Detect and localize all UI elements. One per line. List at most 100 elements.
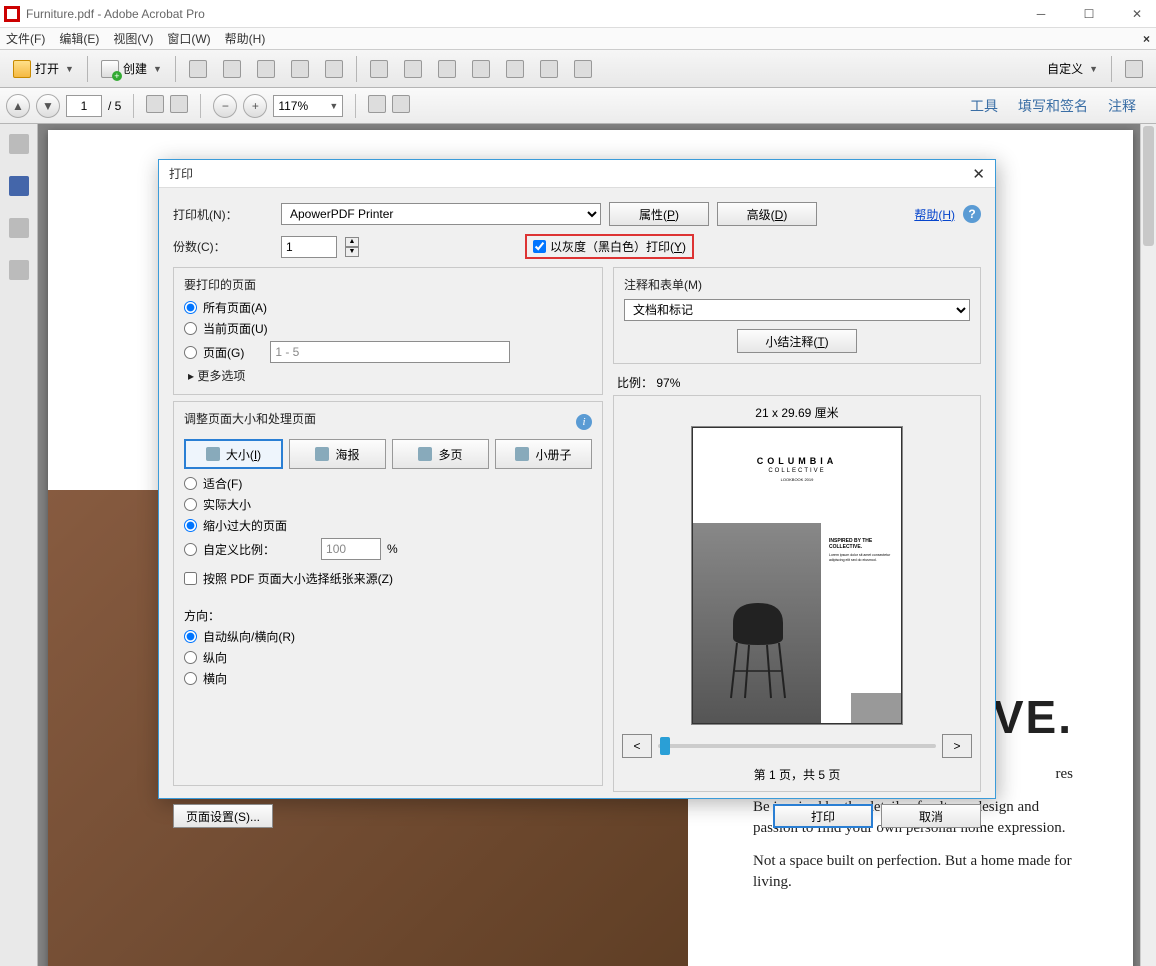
app-icon	[4, 6, 20, 22]
print-button[interactable]	[250, 55, 282, 83]
fillsign-panel[interactable]: 填写和签名	[1018, 96, 1088, 116]
thumbnails-icon[interactable]	[9, 134, 29, 154]
tool-btn-2[interactable]	[397, 55, 429, 83]
fit-page-button[interactable]	[392, 95, 410, 116]
tab-multi[interactable]: 多页	[392, 439, 489, 469]
open-button[interactable]: 打开▼	[6, 55, 81, 83]
zoom-out-button[interactable]: −	[213, 94, 237, 118]
tool-btn-4[interactable]	[465, 55, 497, 83]
attachments-icon[interactable]	[9, 218, 29, 238]
tab-poster[interactable]: 海报	[289, 439, 386, 469]
tools-panel[interactable]: 工具	[970, 96, 998, 116]
cursor-icon	[146, 95, 164, 113]
preview-prev-button[interactable]: <	[622, 734, 652, 758]
orient-portrait-radio[interactable]	[184, 651, 197, 664]
preview-next-button[interactable]: >	[942, 734, 972, 758]
shrink-label: 缩小过大的页面	[203, 517, 287, 534]
minimize-button[interactable]: ─	[1026, 7, 1056, 21]
orient-landscape-label: 横向	[203, 670, 227, 687]
signatures-icon[interactable]	[9, 260, 29, 280]
mail-button[interactable]	[318, 55, 350, 83]
cancel-button[interactable]: 取消	[881, 804, 981, 828]
custom-scale-radio[interactable]	[184, 543, 197, 556]
properties-button[interactable]: 属性(P)	[609, 202, 709, 226]
menu-window[interactable]: 窗口(W)	[167, 30, 210, 47]
custom-scale-input[interactable]	[321, 538, 381, 560]
doc-close-button[interactable]: ×	[1143, 32, 1150, 46]
scroll-thumb[interactable]	[1143, 126, 1154, 246]
all-pages-radio[interactable]	[184, 301, 197, 314]
vertical-scrollbar[interactable]	[1140, 124, 1156, 966]
tool-btn-3[interactable]	[431, 55, 463, 83]
actual-label: 实际大小	[203, 496, 251, 513]
paper-source-checkbox[interactable]	[184, 572, 197, 585]
tool-btn-7[interactable]	[567, 55, 599, 83]
page-down-button[interactable]: ▼	[36, 94, 60, 118]
window-buttons: ─ ☐ ✕	[1026, 7, 1152, 21]
shrink-radio[interactable]	[184, 519, 197, 532]
cloud-button[interactable]	[216, 55, 248, 83]
menu-view[interactable]: 视图(V)	[113, 30, 153, 47]
fullscreen-button[interactable]	[1118, 55, 1150, 83]
custom-scale-label: 自定义比例：	[203, 541, 275, 558]
slider-thumb[interactable]	[660, 737, 670, 755]
info-icon[interactable]: i	[576, 414, 592, 430]
tool-btn-6[interactable]	[533, 55, 565, 83]
chevron-down-icon: ▼	[65, 64, 74, 74]
orient-landscape-rad修改[interactable]	[184, 672, 197, 685]
more-options[interactable]: ▸ 更多选项	[188, 367, 592, 384]
menu-edit[interactable]: 编辑(E)	[59, 30, 99, 47]
copies-input[interactable]	[281, 236, 337, 258]
pages-range-input[interactable]	[270, 341, 510, 363]
page-up-button[interactable]: ▲	[6, 94, 30, 118]
page-setup-button[interactable]: 页面设置(S)...	[173, 804, 273, 828]
help-link[interactable]: 帮助(H)	[914, 206, 955, 223]
scale-label: 比例：	[617, 376, 653, 390]
separator	[87, 56, 88, 82]
tool-btn-5[interactable]	[499, 55, 531, 83]
customize-button[interactable]: 自定义▼	[1040, 55, 1105, 83]
preview-slider[interactable]	[658, 744, 936, 748]
printer-select[interactable]: ApowerPDF Printer	[281, 203, 601, 225]
zoom-in-button[interactable]: +	[243, 94, 267, 118]
page-number-input[interactable]	[66, 95, 102, 117]
edit-button[interactable]	[284, 55, 316, 83]
save-button[interactable]	[182, 55, 214, 83]
percent-label: %	[387, 542, 398, 556]
multi-icon	[418, 447, 432, 461]
comment-panel[interactable]: 注释	[1108, 96, 1136, 116]
tab-booklet[interactable]: 小册子	[495, 439, 592, 469]
menu-file[interactable]: 文件(F)	[6, 30, 45, 47]
tool-btn-1[interactable]	[363, 55, 395, 83]
select-tool[interactable]	[146, 95, 164, 116]
scale-value: 97%	[656, 376, 680, 390]
summarize-button[interactable]: 小结注释(T)	[737, 329, 857, 353]
nav-toolbar: ▲ ▼ / 5 − + 117%▼ 工具 填写和签名 注释	[0, 88, 1156, 124]
tab-size[interactable]: 大小(I)	[184, 439, 283, 469]
current-page-radio[interactable]	[184, 322, 197, 335]
comments-group-title: 注释和表单(M)	[624, 276, 970, 293]
close-button[interactable]: ✕	[1122, 7, 1152, 21]
zoom-select[interactable]: 117%▼	[273, 95, 343, 117]
pages-range-radio[interactable]	[184, 346, 197, 359]
print-confirm-button[interactable]: 打印	[773, 804, 873, 828]
create-button[interactable]: 创建▼	[94, 55, 169, 83]
chevron-down-icon: ▼	[329, 101, 338, 111]
copies-spinner[interactable]: ▲▼	[345, 237, 359, 257]
pv-brand: COLUMBIA	[693, 456, 901, 466]
dialog-close-button[interactable]: ✕	[972, 165, 985, 183]
bookmarks-icon[interactable]	[9, 176, 29, 196]
separator	[175, 56, 176, 82]
pv-image	[693, 523, 821, 723]
actual-radio[interactable]	[184, 498, 197, 511]
advanced-button[interactable]: 高级(D)	[717, 202, 817, 226]
fit-width-button[interactable]	[368, 95, 386, 116]
maximize-button[interactable]: ☐	[1074, 7, 1104, 21]
orient-auto-radio[interactable]	[184, 630, 197, 643]
grayscale-checkbox[interactable]	[533, 240, 546, 253]
menu-help[interactable]: 帮助(H)	[225, 30, 266, 47]
hand-tool[interactable]	[170, 95, 188, 116]
comments-select[interactable]: 文档和标记	[624, 299, 970, 321]
fit-radio[interactable]	[184, 477, 197, 490]
help-icon[interactable]: ?	[963, 205, 981, 223]
